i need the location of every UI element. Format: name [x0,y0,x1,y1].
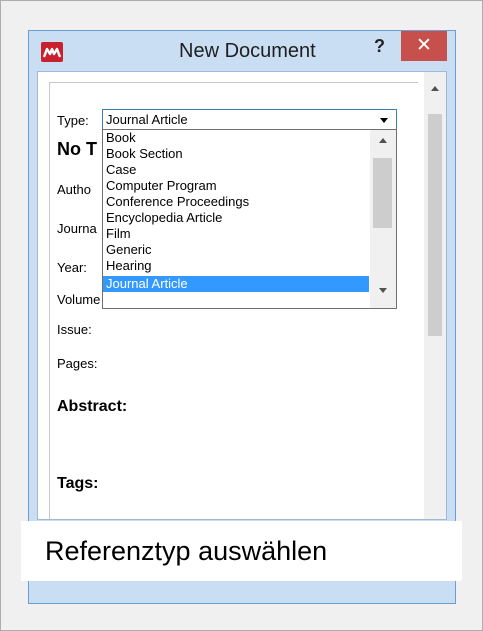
type-dropdown-list: Book Book Section Case Computer Program … [102,129,397,309]
details-scrollbar[interactable] [424,72,446,519]
chevron-down-icon [380,118,388,123]
type-label: Type: [57,113,89,128]
help-button[interactable]: ? [374,36,385,57]
document-form-area: Type: Journal Article No T Autho Journa … [37,71,447,520]
caption-text: Referenztyp auswählen [45,536,328,566]
scroll-up-icon[interactable] [431,86,439,91]
mendeley-logo-icon [41,42,63,62]
close-button[interactable]: ✕ [401,31,447,61]
details-panel: Type: Journal Article No T Autho Journa … [49,82,418,519]
dropdown-option[interactable]: Computer Program [103,178,369,194]
type-select-value: Journal Article [106,112,188,127]
title-bar[interactable]: New Document ? ✕ [29,31,455,73]
document-title-field[interactable]: No T [57,139,97,160]
dropdown-option[interactable]: Book Section [103,146,369,162]
dropdown-option-selected[interactable]: Journal Article [103,276,369,292]
close-icon: ✕ [416,35,432,56]
scroll-down-icon[interactable] [379,288,387,293]
dropdown-option[interactable]: Book [103,130,369,146]
caption-overlay: Referenztyp auswählen [21,521,462,581]
dropdown-option[interactable]: Encyclopedia Article [103,210,369,226]
dropdown-option[interactable]: Generic [103,242,369,258]
dropdown-scroll-thumb[interactable] [373,158,392,228]
scroll-up-icon[interactable] [379,138,387,143]
issue-label: Issue: [57,322,92,337]
tags-heading: Tags: [57,475,99,492]
volume-label: Volume [57,292,101,307]
authors-label: Autho [57,182,91,197]
dropdown-option[interactable]: Film [103,226,369,242]
pages-label: Pages: [57,356,98,371]
dropdown-option[interactable]: Hearing [103,258,369,274]
year-label: Year: [57,260,87,275]
details-scroll-thumb[interactable] [428,114,442,336]
window-title: New Document [179,40,316,62]
screenshot-frame: New Document ? ✕ Type: Journal Article N… [0,0,483,631]
dropdown-option[interactable]: Conference Proceedings [103,194,369,210]
journal-label: Journa [57,221,97,236]
new-document-dialog: New Document ? ✕ Type: Journal Article N… [28,30,456,604]
abstract-heading: Abstract: [57,398,128,415]
dropdown-scrollbar[interactable] [370,130,396,308]
dropdown-option[interactable]: Case [103,162,369,178]
type-select[interactable]: Journal Article [102,109,397,130]
